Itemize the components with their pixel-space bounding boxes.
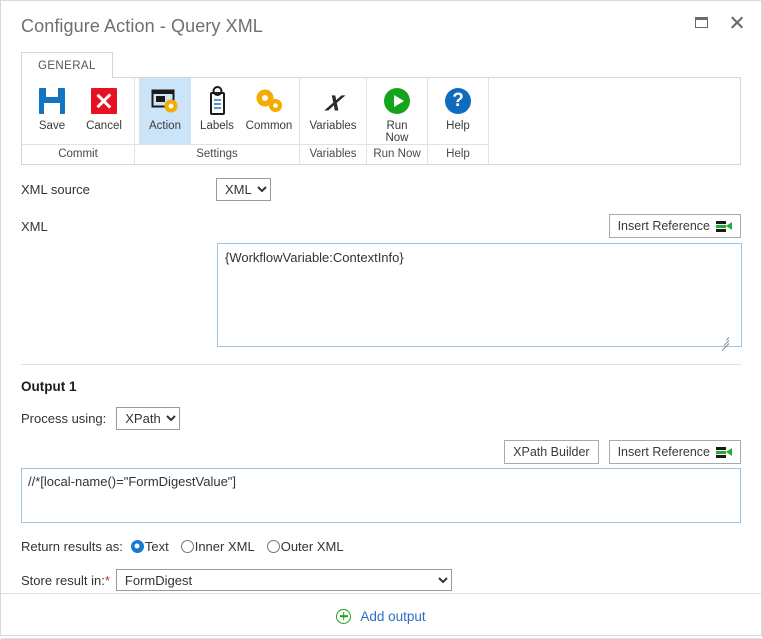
xpath-builder-label: XPath Builder: [513, 445, 590, 459]
window-gear-icon: [151, 85, 179, 117]
close-icon: [730, 15, 745, 30]
return-results-row: Return results as: Text Inner XML Outer …: [21, 535, 741, 557]
xml-label-row: XML Insert Reference: [21, 209, 741, 243]
ribbon-group-run-now-label: Run Now: [367, 144, 427, 164]
ribbon-group-variables-label: Variables: [300, 144, 366, 164]
ribbon-group-commit: Save Cancel Commit: [22, 78, 135, 164]
tab-general-label: GENERAL: [38, 59, 96, 72]
radio-mark-icon: [180, 539, 194, 553]
xml-label: XML: [21, 218, 48, 234]
ribbon-group-variables: 𝑥 Variables Variables: [300, 78, 367, 164]
ribbon-button-run-now[interactable]: Run Now: [371, 78, 423, 144]
return-results-label: Return results as:: [21, 538, 123, 554]
ribbon-panel: Save Cancel Commit Action Labels Common …: [21, 77, 741, 165]
ribbon-button-common-label: Common: [245, 120, 293, 132]
process-using-select[interactable]: XPath: [116, 406, 181, 430]
page-title: Configure Action - Query XML: [21, 15, 263, 36]
green-play-icon: [384, 85, 410, 117]
store-result-select[interactable]: FormDigest: [115, 569, 452, 591]
process-using-row: Process using: XPath: [21, 400, 741, 436]
required-marker: *: [104, 572, 110, 588]
ribbon-button-variables[interactable]: 𝑥 Variables: [304, 78, 362, 144]
add-output-label: Add output: [360, 608, 426, 624]
ribbon-group-help: ? Help Help: [428, 78, 489, 164]
radio-mark-icon: [130, 539, 144, 553]
insert-reference-icon: [716, 220, 732, 232]
ribbon-button-action-label: Action: [149, 120, 181, 132]
maximize-icon: [694, 16, 708, 28]
radio-return-inner-xml-label: Inner XML: [194, 538, 255, 554]
plus-circle-icon: [336, 608, 352, 624]
radio-return-inner-xml[interactable]: Inner XML: [180, 538, 255, 554]
store-result-row: Store result in:* FormDigest: [21, 567, 741, 593]
xpath-button-row: XPath Builder Insert Reference: [21, 440, 741, 464]
store-result-label: Store result in:*: [21, 572, 110, 588]
close-button[interactable]: [723, 8, 751, 36]
xml-source-select[interactable]: XML: [216, 177, 271, 201]
radio-return-text[interactable]: Text: [130, 538, 169, 554]
ribbon-button-common[interactable]: Common: [243, 78, 295, 144]
ribbon-group-settings: Action Labels Common Settings: [135, 78, 300, 164]
ribbon-button-save[interactable]: Save: [26, 78, 78, 144]
form-body: XML source XML XML Insert Reference {Wor…: [1, 169, 761, 593]
ribbon-button-variables-label: Variables: [309, 120, 357, 132]
window-controls: [687, 8, 751, 36]
floppy-disk-icon: [39, 85, 65, 117]
add-output-row: Add output: [1, 594, 761, 638]
ribbon-button-action[interactable]: Action: [139, 78, 191, 144]
ribbon-button-labels-label: Labels: [200, 120, 234, 132]
insert-reference-icon: [716, 446, 732, 458]
ribbon-group-run-now: Run Now Run Now: [367, 78, 428, 164]
radio-mark-icon: [266, 539, 280, 553]
gears-icon: [254, 85, 284, 117]
ribbon-group-settings-label: Settings: [135, 144, 299, 164]
insert-reference-xpath-label: Insert Reference: [617, 445, 710, 459]
maximize-button[interactable]: [687, 8, 715, 36]
insert-reference-xml-label: Insert Reference: [617, 219, 710, 233]
ribbon-button-labels[interactable]: Labels: [191, 78, 243, 144]
ribbon-button-cancel[interactable]: Cancel: [78, 78, 130, 144]
ribbon-button-save-label: Save: [38, 120, 66, 132]
xpath-textarea[interactable]: //*[local-name()="FormDigestValue"]: [21, 468, 741, 523]
radio-return-outer-xml[interactable]: Outer XML: [266, 538, 344, 554]
tag-icon: [205, 85, 229, 117]
tab-general[interactable]: GENERAL: [21, 52, 113, 78]
ribbon-group-commit-label: Commit: [22, 144, 134, 164]
blue-question-icon: ?: [445, 85, 471, 117]
process-using-label: Process using:: [21, 410, 107, 426]
xml-textarea-wrap: {WorkflowVariable:ContextInfo}: [21, 243, 742, 351]
output-section-title: Output 1: [21, 379, 77, 394]
italic-x-icon: 𝑥: [325, 86, 341, 116]
title-bar: Configure Action - Query XML: [1, 1, 761, 51]
radio-return-text-label: Text: [144, 538, 169, 554]
ribbon-group-help-label: Help: [428, 144, 488, 164]
xml-source-row: XML source XML: [21, 169, 741, 209]
output-section-divider: [21, 364, 741, 365]
insert-reference-button-xpath[interactable]: Insert Reference: [608, 440, 741, 464]
xml-textarea[interactable]: {WorkflowVariable:ContextInfo}: [217, 243, 742, 347]
xpath-builder-button[interactable]: XPath Builder: [504, 440, 599, 464]
xml-source-label: XML source: [21, 181, 90, 197]
red-x-icon: [91, 85, 117, 117]
ribbon-button-help[interactable]: ? Help: [432, 78, 484, 144]
xpath-textarea-wrap: //*[local-name()="FormDigestValue"]: [21, 464, 741, 526]
ribbon-tabstrip: GENERAL: [21, 51, 761, 78]
radio-return-outer-xml-label: Outer XML: [280, 538, 344, 554]
configure-action-window: Configure Action - Query XML GENERAL Sav…: [0, 0, 762, 639]
insert-reference-button-xml[interactable]: Insert Reference: [608, 214, 741, 238]
ribbon: GENERAL Save Cancel Commit Action Labels…: [1, 51, 761, 165]
ribbon-button-cancel-label: Cancel: [86, 120, 122, 132]
ribbon-button-run-now-label: Run Now: [385, 120, 409, 144]
ribbon-button-help-label: Help: [446, 120, 470, 132]
add-output-button[interactable]: Add output: [336, 608, 426, 624]
